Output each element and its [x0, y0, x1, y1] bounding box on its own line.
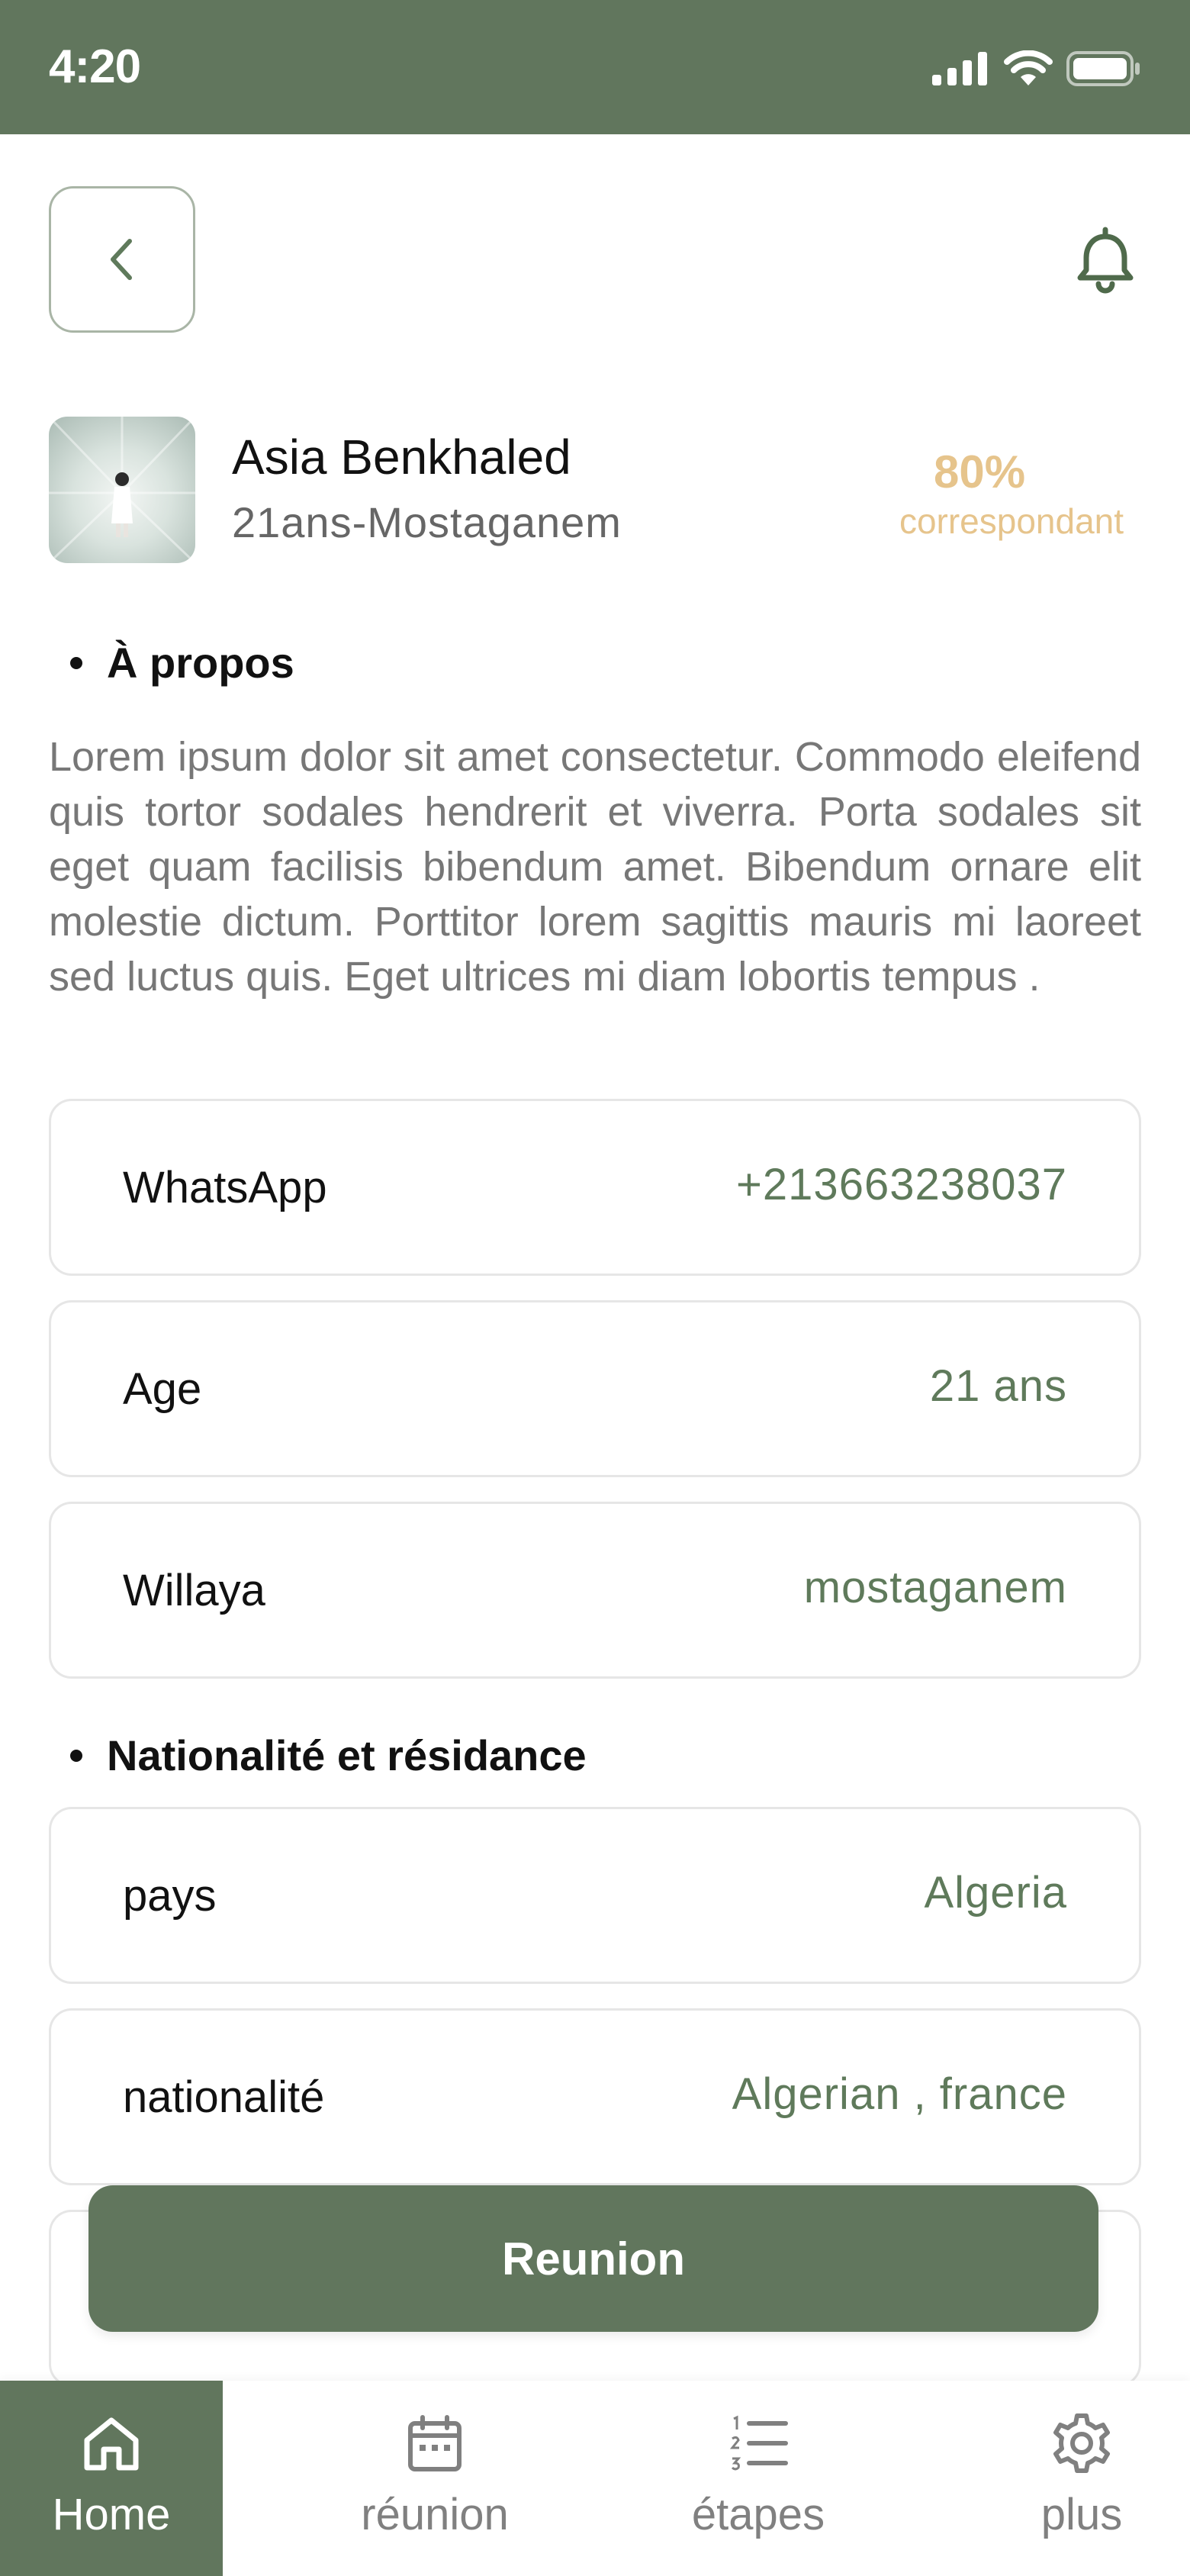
info-value: 21 ans: [929, 1361, 1067, 1411]
signal-icon: [932, 52, 987, 85]
nav-label: étapes: [691, 2490, 825, 2539]
bell-icon[interactable]: [1071, 226, 1140, 295]
nav-item-etapes[interactable]: étapes: [647, 2381, 870, 2576]
info-row-willaya: Willaya mostaganem: [49, 1502, 1141, 1679]
bullet-dot: [70, 1749, 82, 1762]
info-row-whatsapp[interactable]: WhatsApp +213663238037: [49, 1099, 1141, 1276]
info-label: pays: [123, 1871, 217, 1921]
status-bar: 4:20: [0, 0, 1190, 134]
profile-subtitle: 21ans-Mostaganem: [232, 498, 622, 546]
nationality-section-title: Nationalité et résidance: [70, 1731, 587, 1780]
nationality-title: Nationalité et résidance: [107, 1731, 587, 1779]
info-label: WhatsApp: [123, 1163, 327, 1212]
nav-item-reunion[interactable]: réunion: [323, 2381, 546, 2576]
nav-item-home[interactable]: Home: [0, 2381, 223, 2576]
info-row-age: Age 21 ans: [49, 1300, 1141, 1477]
battery-icon: [1066, 51, 1140, 86]
status-icons: [932, 50, 1141, 87]
info-label: Willaya: [123, 1566, 265, 1615]
bullet-dot: [70, 656, 82, 669]
numbered-list-icon: [729, 2415, 788, 2471]
home-icon: [84, 2417, 139, 2471]
info-row-pays: pays Algeria: [49, 1807, 1141, 1984]
nav-label: plus: [1040, 2490, 1123, 2539]
calendar-icon: [408, 2415, 462, 2471]
match-label: correspondant: [899, 501, 1124, 541]
about-section-title: À propos: [70, 638, 294, 687]
info-value: Algerian , france: [732, 2069, 1067, 2119]
wifi-icon: [1004, 50, 1053, 85]
profile-name: Asia Benkhaled: [232, 430, 571, 485]
info-value: mostaganem: [803, 1563, 1067, 1612]
bottom-nav: Home réunion étapes plus: [0, 2381, 1190, 2576]
nav-label: réunion: [361, 2490, 509, 2539]
about-title: À propos: [107, 639, 294, 687]
nav-item-plus[interactable]: plus: [970, 2381, 1190, 2576]
gear-icon: [1053, 2413, 1110, 2473]
match-percent: 80%: [933, 446, 1026, 497]
reunion-button[interactable]: Reunion: [88, 2185, 1098, 2332]
info-label: nationalité: [123, 2072, 325, 2122]
info-label: Age: [123, 1364, 202, 1414]
status-time: 4:20: [49, 40, 141, 93]
info-value: +213663238037: [736, 1160, 1067, 1209]
nav-label: Home: [52, 2490, 171, 2539]
info-row-nationalite: nationalité Algerian , france: [49, 2008, 1141, 2185]
back-button[interactable]: [49, 186, 195, 333]
about-text: Lorem ipsum dolor sit amet consectetur. …: [49, 734, 1141, 1000]
avatar: [49, 417, 195, 563]
info-value: Algeria: [924, 1868, 1067, 1918]
chevron-left-icon: [111, 239, 132, 280]
